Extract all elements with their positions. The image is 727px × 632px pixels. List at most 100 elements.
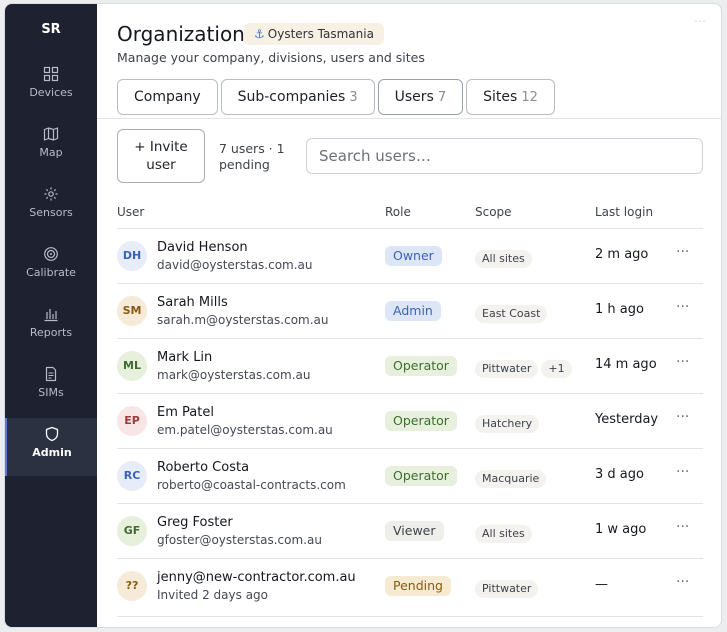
tab-label: Sub-companies	[237, 89, 346, 105]
user-name: Roberto Costa	[157, 460, 250, 475]
sidebar-item-label: Calibrate	[26, 266, 76, 279]
bar-chart-icon	[44, 309, 58, 322]
sidebar-item-sims[interactable]: SIMs	[5, 366, 97, 424]
role-badge[interactable]: Operator	[385, 356, 457, 376]
role-badge[interactable]: Owner	[385, 246, 442, 266]
user-count-line1: 7 users · 1	[219, 141, 285, 156]
scope-cell: Hatchery	[475, 412, 542, 433]
sidebar-item-reports[interactable]: Reports	[5, 306, 97, 364]
avatar: RC	[117, 461, 147, 491]
row-more-icon[interactable]: ···	[676, 574, 689, 590]
scope-chip: +1	[541, 360, 572, 378]
table-row[interactable]: RC Roberto Costa roberto@coastal-contracts…	[117, 448, 703, 503]
sidebar-item-map[interactable]: Map	[5, 126, 97, 184]
scope-chip: All sites	[475, 525, 532, 543]
sidebar-item-admin[interactable]: Admin	[5, 418, 97, 476]
sidebar-item-label: Admin	[32, 446, 72, 459]
sidebar-item-sensors[interactable]: Sensors	[5, 186, 97, 244]
row-more-icon[interactable]: ···	[676, 299, 689, 315]
last-login: 3 d ago	[595, 467, 644, 482]
role-badge[interactable]: Operator	[385, 466, 457, 486]
row-more-icon[interactable]: ···	[676, 409, 689, 425]
map-icon	[43, 127, 59, 141]
target-icon	[44, 247, 58, 261]
user-email: david@oysterstas.com.au	[157, 258, 313, 272]
main-content: Organization ⚓ Oysters Tasmania ⋯ Manage …	[97, 4, 721, 627]
avatar: DH	[117, 241, 147, 271]
table-row[interactable]: DH David Henson david@oysterstas.com.au Own…	[117, 228, 703, 283]
table-row[interactable]: SM Sarah Mills sarah.m@oysterstas.com.au Ad…	[117, 283, 703, 338]
sensor-icon	[44, 187, 58, 201]
avatar: ??	[117, 571, 147, 601]
invite-label-line2: user	[146, 157, 176, 173]
scope-cell: Pittwater	[475, 577, 541, 598]
tab-label: Users	[394, 89, 434, 105]
user-name: Em Patel	[157, 405, 214, 420]
tab-company[interactable]: Company	[117, 79, 218, 115]
last-login: 2 m ago	[595, 247, 649, 262]
user-count: 7 users · 1 pending	[219, 141, 291, 173]
avatar: EP	[117, 406, 147, 436]
user-email: em.patel@oysterstas.com.au	[157, 423, 333, 437]
invite-user-button[interactable]: + Invite user	[117, 129, 205, 183]
scope-cell: Macquarie	[475, 467, 549, 488]
sidebar-item-label: Reports	[29, 326, 73, 339]
user-email: mark@oysterstas.com.au	[157, 368, 311, 382]
last-login: —	[595, 577, 608, 592]
tab-sites[interactable]: Sites 12	[466, 79, 555, 115]
scope-chip: Pittwater	[475, 360, 539, 378]
avatar: GF	[117, 516, 147, 546]
sidebar-item-label: SIMs	[38, 386, 64, 399]
last-login: 14 m ago	[595, 357, 657, 372]
users-table: DH David Henson david@oysterstas.com.au Own…	[117, 228, 703, 613]
role-badge[interactable]: Pending	[385, 576, 451, 596]
table-row[interactable]: ?? jenny@new-contractor.com.au Invited 2 d…	[117, 558, 703, 613]
grid-icon	[43, 66, 59, 82]
row-more-icon[interactable]: ···	[676, 354, 689, 370]
user-count-line2: pending	[219, 157, 270, 172]
table-row[interactable]: GF Greg Foster gfoster@oysterstas.com.au Vi…	[117, 503, 703, 558]
tab-users[interactable]: Users 7	[377, 79, 464, 115]
sidebar-item-label: Map	[39, 146, 63, 159]
page-subtitle: Manage your company, divisions, users an…	[117, 50, 425, 65]
column-header-last-login[interactable]: Last login	[595, 205, 653, 219]
table-row[interactable]: ML Mark Lin mark@oysterstas.com.au Operator…	[117, 338, 703, 393]
workspace-initials[interactable]: SR	[5, 22, 97, 37]
column-header-user[interactable]: User	[117, 205, 144, 219]
row-more-icon[interactable]: ···	[676, 464, 689, 480]
scope-chip: East Coast	[475, 305, 548, 323]
role-badge[interactable]: Operator	[385, 411, 457, 431]
user-email: roberto@coastal-contracts.com	[157, 478, 346, 492]
last-login: 1 h ago	[595, 302, 644, 317]
tab-bar: Company Sub-companies 3 Users 7 Sites 12	[117, 79, 558, 115]
more-options-icon[interactable]: ⋯	[694, 14, 707, 28]
row-more-icon[interactable]: ···	[676, 519, 689, 535]
column-header-role[interactable]: Role	[385, 205, 411, 219]
table-row[interactable]: EP Em Patel em.patel@oysterstas.com.au Oper…	[117, 393, 703, 448]
shield-icon	[45, 426, 59, 442]
row-more-icon[interactable]: ···	[676, 244, 689, 260]
sidebar-item-calibrate[interactable]: Calibrate	[5, 246, 97, 304]
role-badge[interactable]: Admin	[385, 301, 441, 321]
tab-sub-companies[interactable]: Sub-companies 3	[220, 79, 375, 115]
tab-label: Sites	[483, 89, 518, 105]
user-name: David Henson	[157, 240, 248, 255]
sidebar-item-label: Devices	[29, 86, 73, 99]
sidebar-item-devices[interactable]: Devices	[5, 66, 97, 124]
org-badge[interactable]: ⚓ Oysters Tasmania	[244, 23, 384, 45]
role-badge[interactable]: Viewer	[385, 521, 444, 541]
app-window: SR Devices Map Sensors Calibrate Reports…	[4, 3, 722, 628]
last-login: Yesterday	[595, 412, 659, 427]
user-name: Mark Lin	[157, 350, 213, 365]
scope-cell: Pittwater +1	[475, 357, 575, 378]
page-title: Organization	[117, 22, 245, 46]
org-badge-label: Oysters Tasmania	[267, 27, 374, 41]
invite-label-line1: + Invite	[134, 139, 188, 155]
divider	[117, 616, 703, 617]
column-header-scope[interactable]: Scope	[475, 205, 512, 219]
search-input[interactable]: Search users…	[306, 138, 703, 174]
user-name: jenny@new-contractor.com.au	[157, 570, 356, 585]
scope-cell: All sites	[475, 522, 535, 543]
user-name: Sarah Mills	[157, 295, 228, 310]
divider	[97, 118, 721, 119]
